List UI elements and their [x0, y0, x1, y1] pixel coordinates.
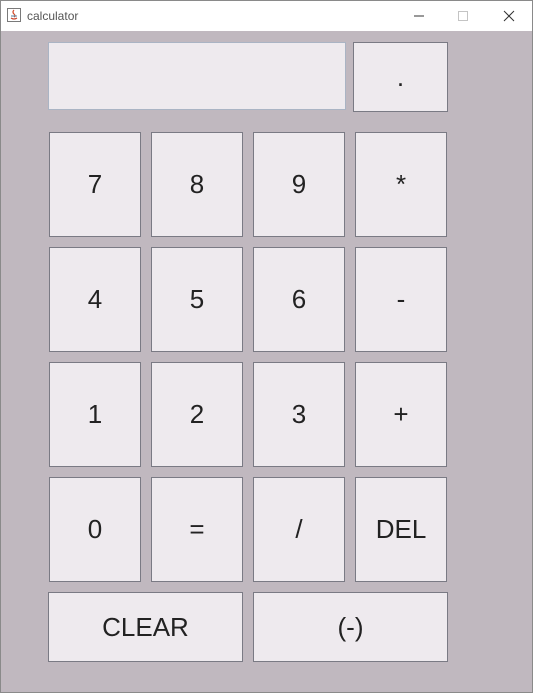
- key-6-button[interactable]: 6: [253, 247, 345, 352]
- key-label: DEL: [375, 514, 427, 544]
- key-label: -: [396, 284, 406, 314]
- minimize-button[interactable]: [396, 1, 442, 31]
- key-label: *: [395, 169, 407, 199]
- key-2-button[interactable]: 2: [151, 362, 243, 467]
- key-label: 0: [87, 514, 103, 544]
- key-9-button[interactable]: 9: [253, 132, 345, 237]
- title-bar: calculator: [1, 1, 532, 31]
- subtract-button[interactable]: -: [355, 247, 447, 352]
- equals-button[interactable]: =: [151, 477, 243, 582]
- multiply-button[interactable]: *: [355, 132, 447, 237]
- key-label: 5: [189, 284, 205, 314]
- close-icon: [503, 10, 515, 22]
- key-label: +: [393, 399, 409, 429]
- key-4-button[interactable]: 4: [49, 247, 141, 352]
- result-display[interactable]: [48, 42, 346, 110]
- add-button[interactable]: +: [355, 362, 447, 467]
- key-label: 8: [189, 169, 205, 199]
- delete-button[interactable]: DEL: [355, 477, 447, 582]
- key-8-button[interactable]: 8: [151, 132, 243, 237]
- divide-button[interactable]: /: [253, 477, 345, 582]
- maximize-button[interactable]: [440, 1, 486, 31]
- java-icon: [7, 8, 21, 22]
- minimize-icon: [414, 15, 424, 17]
- close-button[interactable]: [486, 1, 532, 31]
- key-7-button[interactable]: 7: [49, 132, 141, 237]
- key-label: 2: [189, 399, 205, 429]
- negate-label: (-): [337, 611, 364, 642]
- key-1-button[interactable]: 1: [49, 362, 141, 467]
- key-label: 1: [87, 399, 103, 429]
- calculator-window: calculator . 7 8 9 * 4 5 6 - 1 2 3 + 0 =…: [0, 0, 533, 693]
- key-5-button[interactable]: 5: [151, 247, 243, 352]
- key-0-button[interactable]: 0: [49, 477, 141, 582]
- maximize-icon: [458, 11, 468, 21]
- key-3-button[interactable]: 3: [253, 362, 345, 467]
- key-label: 9: [291, 169, 307, 199]
- decimal-label: .: [396, 61, 405, 92]
- key-label: =: [189, 514, 205, 544]
- key-label: 3: [291, 399, 307, 429]
- key-label: 7: [87, 169, 103, 199]
- key-label: 6: [291, 284, 307, 314]
- clear-label: CLEAR: [102, 611, 189, 642]
- decimal-button[interactable]: .: [353, 42, 448, 112]
- negate-button[interactable]: (-): [253, 592, 448, 662]
- clear-button[interactable]: CLEAR: [48, 592, 243, 662]
- window-title: calculator: [27, 9, 79, 23]
- key-label: 4: [87, 284, 103, 314]
- key-label: /: [295, 514, 303, 544]
